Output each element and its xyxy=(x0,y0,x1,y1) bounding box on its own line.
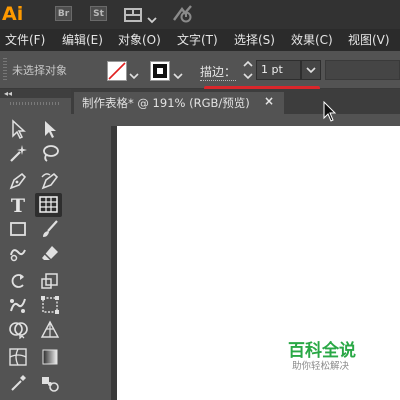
menu-type[interactable]: 文字(T) xyxy=(177,32,218,48)
tools-grip[interactable] xyxy=(10,102,60,105)
stroke-swatch[interactable] xyxy=(150,61,170,81)
stock-button[interactable]: St xyxy=(90,6,107,21)
magic-wand-tool-icon[interactable] xyxy=(8,143,28,163)
close-tab-icon[interactable]: × xyxy=(264,94,274,108)
perspective-grid-tool-icon[interactable] xyxy=(40,319,60,339)
document-tab-title: 制作表格* @ 191% (RGB/预览) xyxy=(82,96,250,110)
paintbrush-tool-icon[interactable] xyxy=(40,219,60,239)
menu-select[interactable]: 选择(S) xyxy=(234,32,275,48)
eraser-tool-icon[interactable] xyxy=(40,243,60,263)
blend-tool-icon[interactable] xyxy=(40,373,60,393)
chevron-down-icon[interactable] xyxy=(147,9,157,24)
shaper-tool-icon[interactable] xyxy=(8,243,28,263)
scale-tool-icon[interactable] xyxy=(40,271,60,291)
puppet-warp-tool-icon[interactable] xyxy=(8,295,28,315)
stroke-weight-input[interactable]: 1 pt xyxy=(256,60,301,80)
fill-dropdown-chevron-icon[interactable] xyxy=(129,65,139,80)
rotate-tool-icon[interactable] xyxy=(8,271,28,291)
pen-tool-icon[interactable] xyxy=(8,171,28,191)
gpu-performance-icon[interactable] xyxy=(172,5,194,23)
stroke-dropdown-chevron-icon[interactable] xyxy=(173,65,183,80)
artboard-canvas[interactable] xyxy=(117,126,400,400)
table-graph-tool-icon[interactable] xyxy=(35,193,62,217)
menu-object[interactable]: 对象(O) xyxy=(118,32,161,48)
gradient-tool-icon[interactable] xyxy=(40,347,60,367)
stroke-weight-dropdown[interactable] xyxy=(301,60,321,80)
shape-builder-tool-icon[interactable] xyxy=(8,319,28,340)
watermark-subtitle: 助你轻松解决 xyxy=(292,361,350,372)
collapse-panel-icon[interactable]: ◂◂ xyxy=(4,89,12,98)
menu-view[interactable]: 视图(V) xyxy=(348,32,390,48)
illustrator-logo: Ai xyxy=(2,3,24,25)
selection-tool-icon[interactable] xyxy=(8,119,28,140)
stroke-label[interactable]: 描边： xyxy=(200,63,237,81)
variable-width-profile-field[interactable] xyxy=(325,60,400,80)
curvature-tool-icon[interactable] xyxy=(40,171,60,191)
lasso-tool-icon[interactable] xyxy=(40,143,60,163)
menu-edit[interactable]: 编辑(E) xyxy=(62,32,103,48)
direct-selection-tool-icon[interactable] xyxy=(40,119,60,139)
fill-swatch-none[interactable] xyxy=(107,61,127,81)
menu-effect[interactable]: 效果(C) xyxy=(291,32,333,48)
rectangle-tool-icon[interactable] xyxy=(8,219,28,239)
type-tool-icon[interactable]: T xyxy=(8,195,28,217)
workspace-switcher-icon[interactable] xyxy=(124,7,142,22)
bridge-button[interactable]: Br xyxy=(55,6,72,21)
selection-status: 未选择对象 xyxy=(12,64,67,77)
mouse-cursor-icon xyxy=(323,100,337,123)
free-transform-tool-icon[interactable] xyxy=(40,295,60,315)
stroke-weight-stepper[interactable] xyxy=(242,59,254,81)
mesh-tool-icon[interactable] xyxy=(8,347,28,367)
menu-file[interactable]: 文件(F) xyxy=(5,32,45,48)
panel-grip[interactable] xyxy=(3,58,7,80)
eyedropper-tool-icon[interactable] xyxy=(8,373,28,393)
